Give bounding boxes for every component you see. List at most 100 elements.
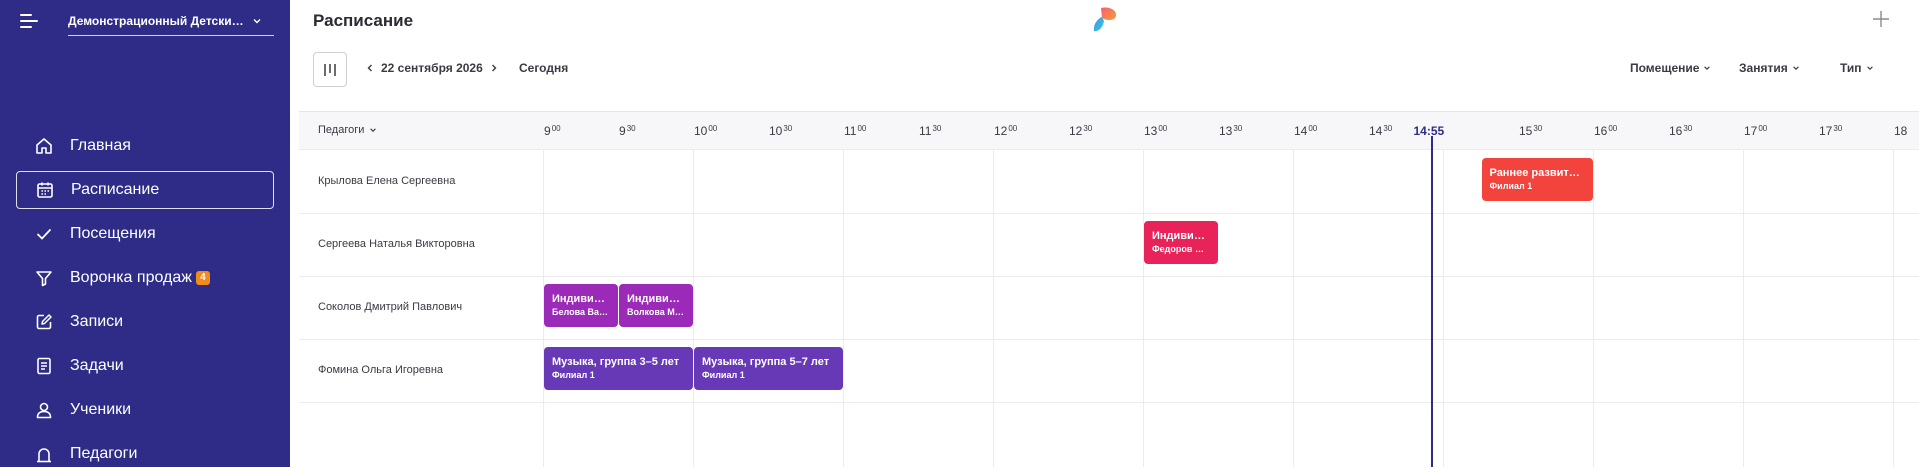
filter-label: Помещение (1630, 61, 1700, 75)
sidebar-item-label: Расписание (71, 181, 160, 198)
event-subtitle: Филиал 1 (552, 370, 595, 380)
row-divider (299, 213, 1919, 214)
time-tick-label: 930 (619, 124, 636, 138)
row-divider (299, 402, 1919, 403)
sidebar-item-label: Записи (70, 313, 124, 330)
hour-gridline (693, 150, 694, 467)
row-divider (299, 339, 1919, 340)
check-icon (34, 224, 54, 244)
hour-gridline (1893, 150, 1894, 467)
chevron-right-icon[interactable] (487, 61, 501, 75)
lesson-event[interactable]: Индивидуальное музы... Волкова Мария Павл… (619, 284, 693, 327)
hour-gridline (1143, 150, 1144, 467)
time-tick-label: 1300 (1144, 124, 1168, 138)
schedule-toolbar: 22 сентября 2026 Сегодня Помещение Занят… (313, 52, 1903, 90)
chevron-left-icon[interactable] (363, 61, 377, 75)
event-subtitle: Федоров Матвей Денисо... (1152, 244, 1210, 254)
tasks-icon (34, 356, 54, 376)
time-tick-label: 1230 (1069, 124, 1093, 138)
sidebar-item-label: Педагоги (70, 445, 138, 462)
home-icon (34, 136, 54, 156)
current-date[interactable]: 22 сентября 2026 (381, 61, 483, 75)
sidebar-item-label: Главная (70, 137, 131, 154)
view-toggle-button[interactable] (313, 52, 347, 87)
hour-gridline (1593, 150, 1594, 467)
chevron-down-icon (370, 128, 377, 132)
time-tick-label: 1100 (844, 124, 867, 138)
user-icon (34, 400, 54, 420)
notification-badge: 4 (195, 271, 210, 285)
time-tick-label: 1530 (1519, 124, 1543, 138)
room-filter[interactable]: Помещение (1630, 61, 1711, 75)
date-navigation: 22 сентября 2026 (363, 61, 501, 75)
sidebar-item-label: Воронка продаж (70, 269, 192, 286)
sidebar-item-tasks[interactable]: Задачи (16, 347, 274, 385)
time-tick-label: 900 (544, 124, 561, 138)
sidebar-item-label: Задачи (70, 357, 124, 374)
type-filter[interactable]: Тип (1840, 61, 1874, 75)
schedule-header: Педагоги 900 930 1000 1030 1100 1130 1200 1230 1… (299, 112, 1919, 150)
chevron-down-icon (1704, 66, 1711, 70)
current-time-label: 14:55 (1413, 124, 1445, 138)
sidebar-item-teachers[interactable]: Педагоги (16, 435, 274, 467)
sidebar-item-records[interactable]: Записи (16, 303, 274, 341)
event-title: Музыка, группа 5–7 лет (702, 356, 830, 368)
event-title: Индивидуальное музы... (552, 293, 610, 305)
lesson-event[interactable]: Индивидуальное заня... Федоров Матвей Ден… (1144, 221, 1218, 264)
row-divider (299, 276, 1919, 277)
edit-icon (34, 312, 54, 332)
lessons-filter[interactable]: Занятия (1739, 61, 1800, 75)
lesson-event[interactable]: Раннее развитие, группа 4–5 лет Филиал 1 (1481, 158, 1593, 201)
teacher-name[interactable]: Крылова Елена Сергеевна (318, 175, 455, 187)
teacher-name[interactable]: Фомина Ольга Игоревна (318, 364, 443, 376)
lesson-event[interactable]: Музыка, группа 3–5 лет Филиал 1 (544, 347, 693, 390)
time-tick-label: 1130 (919, 124, 942, 138)
chevron-down-icon (1866, 66, 1873, 70)
lesson-event[interactable]: Индивидуальное музы... Белова Варвара Иго… (544, 284, 618, 327)
filter-label: Занятия (1739, 61, 1788, 75)
funnel-icon (34, 268, 54, 288)
time-tick-label: 18 (1894, 124, 1908, 138)
sidebar-item-sales-funnel[interactable]: Воронка продаж 4 (16, 259, 274, 297)
sidebar-item-label: Ученики (70, 401, 132, 418)
menu-icon[interactable] (20, 12, 40, 28)
teacher-name[interactable]: Сергеева Наталья Викторовна (318, 238, 475, 250)
event-subtitle: Белова Варвара Игоревна (552, 307, 610, 317)
sidebar: Демонстрационный Детский ц... Главная Ра… (0, 0, 290, 467)
time-tick-label: 1700 (1744, 124, 1768, 138)
hour-gridline (1743, 150, 1744, 467)
teacher-name[interactable]: Соколов Дмитрий Павлович (318, 301, 462, 313)
event-title: Раннее развитие, группа 4–5 лет (1489, 167, 1586, 179)
event-subtitle: Филиал 1 (702, 370, 745, 380)
schedule-grid: Педагоги 900 930 1000 1030 1100 1130 1200 1230 1… (299, 111, 1919, 467)
sidebar-item-schedule[interactable]: Расписание (16, 171, 274, 209)
sidebar-item-students[interactable]: Ученики (16, 391, 274, 429)
filter-label: Тип (1840, 61, 1862, 75)
app-logo-icon (1093, 7, 1117, 32)
lesson-event[interactable]: Музыка, группа 5–7 лет Филиал 1 (694, 347, 843, 390)
teacher-icon (34, 444, 54, 464)
organization-select[interactable]: Демонстрационный Детский ц... (68, 6, 274, 36)
chevron-down-icon (253, 18, 261, 23)
organization-name: Демонстрационный Детский ц... (68, 13, 246, 28)
today-button[interactable]: Сегодня (519, 61, 568, 75)
event-title: Музыка, группа 3–5 лет (552, 356, 680, 368)
chevron-down-icon (1792, 66, 1799, 70)
add-icon[interactable] (1871, 9, 1891, 29)
time-tick-label: 1000 (694, 124, 718, 138)
time-tick-label: 1200 (994, 124, 1018, 138)
hour-gridline (993, 150, 994, 467)
sidebar-item-attendance[interactable]: Посещения (16, 215, 274, 253)
page-title: Расписание (313, 11, 414, 30)
teachers-column-header[interactable]: Педагоги (318, 124, 377, 136)
time-tick-label: 1030 (769, 124, 793, 138)
event-subtitle: Филиал 1 (1489, 181, 1533, 191)
time-tick-label: 1730 (1819, 124, 1843, 138)
columns-icon (324, 63, 336, 76)
hour-gridline (843, 150, 844, 467)
teachers-header-label: Педагоги (318, 124, 365, 136)
sidebar-nav: Главная Расписание Посещения Воронка про… (16, 127, 274, 467)
sidebar-item-home[interactable]: Главная (16, 127, 274, 165)
time-tick-label: 1600 (1594, 124, 1618, 138)
time-tick-label: 1630 (1669, 124, 1693, 138)
